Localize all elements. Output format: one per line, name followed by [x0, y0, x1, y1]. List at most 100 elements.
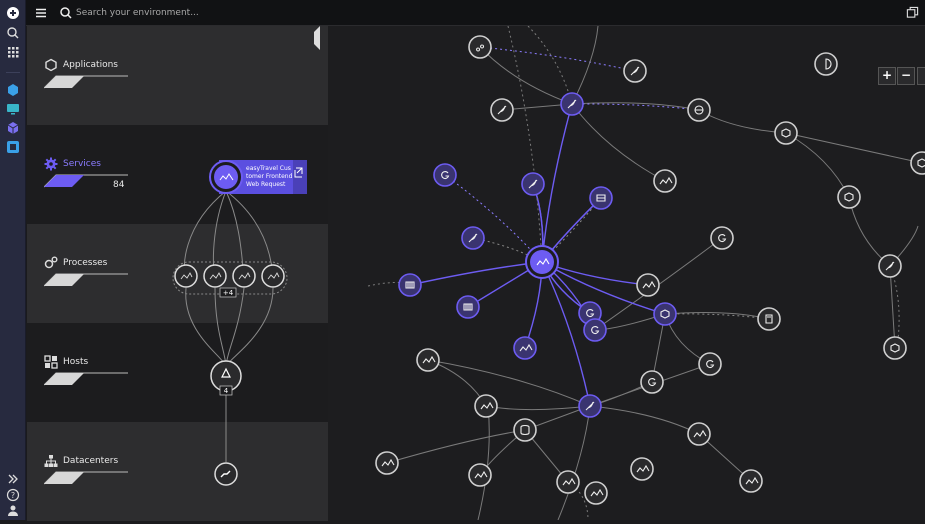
process-node[interactable]	[203, 264, 227, 288]
monitor-icon[interactable]	[6, 102, 20, 116]
graph-edge	[427, 359, 591, 407]
graph-node-feather[interactable]	[578, 394, 602, 418]
graph-node-feather[interactable]	[461, 226, 485, 250]
graph-edge	[664, 313, 770, 320]
node-circle	[583, 318, 607, 342]
node-circle	[416, 348, 440, 372]
graph-node-service[interactable]	[630, 457, 654, 481]
graph-node-card[interactable]	[589, 186, 613, 210]
graph-edge	[386, 429, 526, 464]
node-circle	[757, 307, 781, 331]
node-circle	[474, 394, 498, 418]
service-flow-graph[interactable]: + −	[328, 25, 925, 521]
graph-node-service[interactable]	[474, 394, 498, 418]
host-count-badge: 4	[224, 387, 229, 395]
graph-nodes	[375, 35, 925, 505]
node-circle	[774, 121, 798, 145]
graph-node-g[interactable]	[698, 352, 722, 376]
node-circle	[698, 352, 722, 376]
graph-node-g[interactable]	[583, 318, 607, 342]
graph-node-service[interactable]	[513, 336, 537, 360]
apps-grid-icon[interactable]	[6, 45, 20, 59]
graph-node-service[interactable]	[687, 422, 711, 446]
collapse-panel-icon[interactable]	[314, 26, 320, 50]
graph-edge	[848, 196, 891, 267]
zoom-extra-button[interactable]	[917, 67, 925, 85]
graph-edge	[664, 311, 770, 320]
search-input[interactable]	[76, 4, 376, 22]
graph-node-g[interactable]	[710, 226, 734, 250]
graph-node-box[interactable]	[837, 185, 861, 209]
graph-edge	[485, 405, 591, 411]
graph-node-service[interactable]	[636, 273, 660, 297]
user-icon[interactable]	[6, 503, 20, 517]
dependency-graph-canvas[interactable]	[328, 25, 925, 521]
graph-node-leaf[interactable]	[490, 98, 514, 122]
graph-node-selected-service[interactable]	[525, 245, 559, 279]
zoom-out-button[interactable]: −	[897, 67, 915, 85]
graph-node-feather[interactable]	[560, 92, 584, 116]
graph-node-globe[interactable]	[687, 98, 711, 122]
menu-icon[interactable]	[34, 6, 48, 20]
node-circle	[687, 422, 711, 446]
graph-node-box[interactable]	[883, 336, 907, 360]
node-circle	[513, 418, 537, 442]
graph-edge	[889, 265, 896, 349]
left-nav-rail: ?	[0, 0, 26, 520]
graph-node-feather[interactable]	[521, 172, 545, 196]
graph-node-g[interactable]	[433, 163, 457, 187]
graph-node-db[interactable]	[456, 295, 480, 319]
graph-node-box[interactable]	[653, 302, 677, 326]
graph-node-box[interactable]	[910, 151, 925, 175]
zoom-in-button[interactable]: +	[878, 67, 896, 85]
graph-node-service[interactable]	[375, 451, 399, 475]
graph-node-service[interactable]	[739, 469, 763, 493]
node-circle	[640, 370, 664, 394]
expand-nav-icon[interactable]	[6, 472, 20, 486]
graph-edge	[557, 405, 591, 521]
graph-node-half[interactable]	[814, 52, 838, 76]
process-node[interactable]	[174, 264, 198, 288]
process-node[interactable]	[261, 264, 285, 288]
node-circle	[883, 336, 907, 360]
graph-edge	[479, 46, 573, 105]
graph-node-service[interactable]	[556, 470, 580, 494]
graph-edge	[571, 25, 599, 105]
tier-column: Applications Services 84 Processes Hosts…	[27, 26, 328, 521]
graph-node-service[interactable]	[468, 463, 492, 487]
search-icon[interactable]	[6, 26, 20, 40]
process-node[interactable]	[232, 264, 256, 288]
graph-node-service[interactable]	[584, 481, 608, 505]
stack-connectors	[183, 190, 274, 462]
node-circle	[630, 457, 654, 481]
graph-node-box[interactable]	[774, 121, 798, 145]
smartscape-icon[interactable]	[6, 140, 20, 154]
help-icon[interactable]: ?	[6, 488, 20, 502]
window-restore-icon[interactable]	[906, 6, 919, 19]
graph-edge	[785, 132, 923, 164]
dynatrace-logo-icon[interactable]	[6, 6, 20, 20]
node-circle	[468, 35, 492, 59]
hexagon-app-icon[interactable]	[6, 83, 20, 97]
graph-edge	[698, 109, 787, 134]
graph-edge	[527, 25, 573, 105]
graph-edge	[571, 102, 700, 111]
graph-node-db[interactable]	[398, 273, 422, 297]
node-circle	[375, 451, 399, 475]
graph-node-leaf[interactable]	[623, 59, 647, 83]
graph-node-calc[interactable]	[757, 307, 781, 331]
graph-node-cyl[interactable]	[513, 418, 537, 442]
search-icon	[60, 7, 72, 19]
datacenter-node[interactable]	[214, 462, 238, 486]
process-count-badge: +4	[223, 289, 234, 297]
graph-node-g[interactable]	[640, 370, 664, 394]
graph-node-bubble[interactable]	[468, 35, 492, 59]
cube-icon[interactable]	[6, 121, 20, 135]
graph-node-service[interactable]	[653, 169, 677, 193]
graph-node-service[interactable]	[416, 348, 440, 372]
graph-node-feather[interactable]	[878, 254, 902, 278]
node-circle	[739, 469, 763, 493]
vertical-stack-diagram: easyTravel Cus tomer Frontend Web Reques…	[172, 26, 320, 486]
service-node-selected[interactable]: easyTravel Cus tomer Frontend Web Reques…	[209, 160, 307, 194]
service-card-line2: tomer Frontend	[246, 173, 293, 180]
